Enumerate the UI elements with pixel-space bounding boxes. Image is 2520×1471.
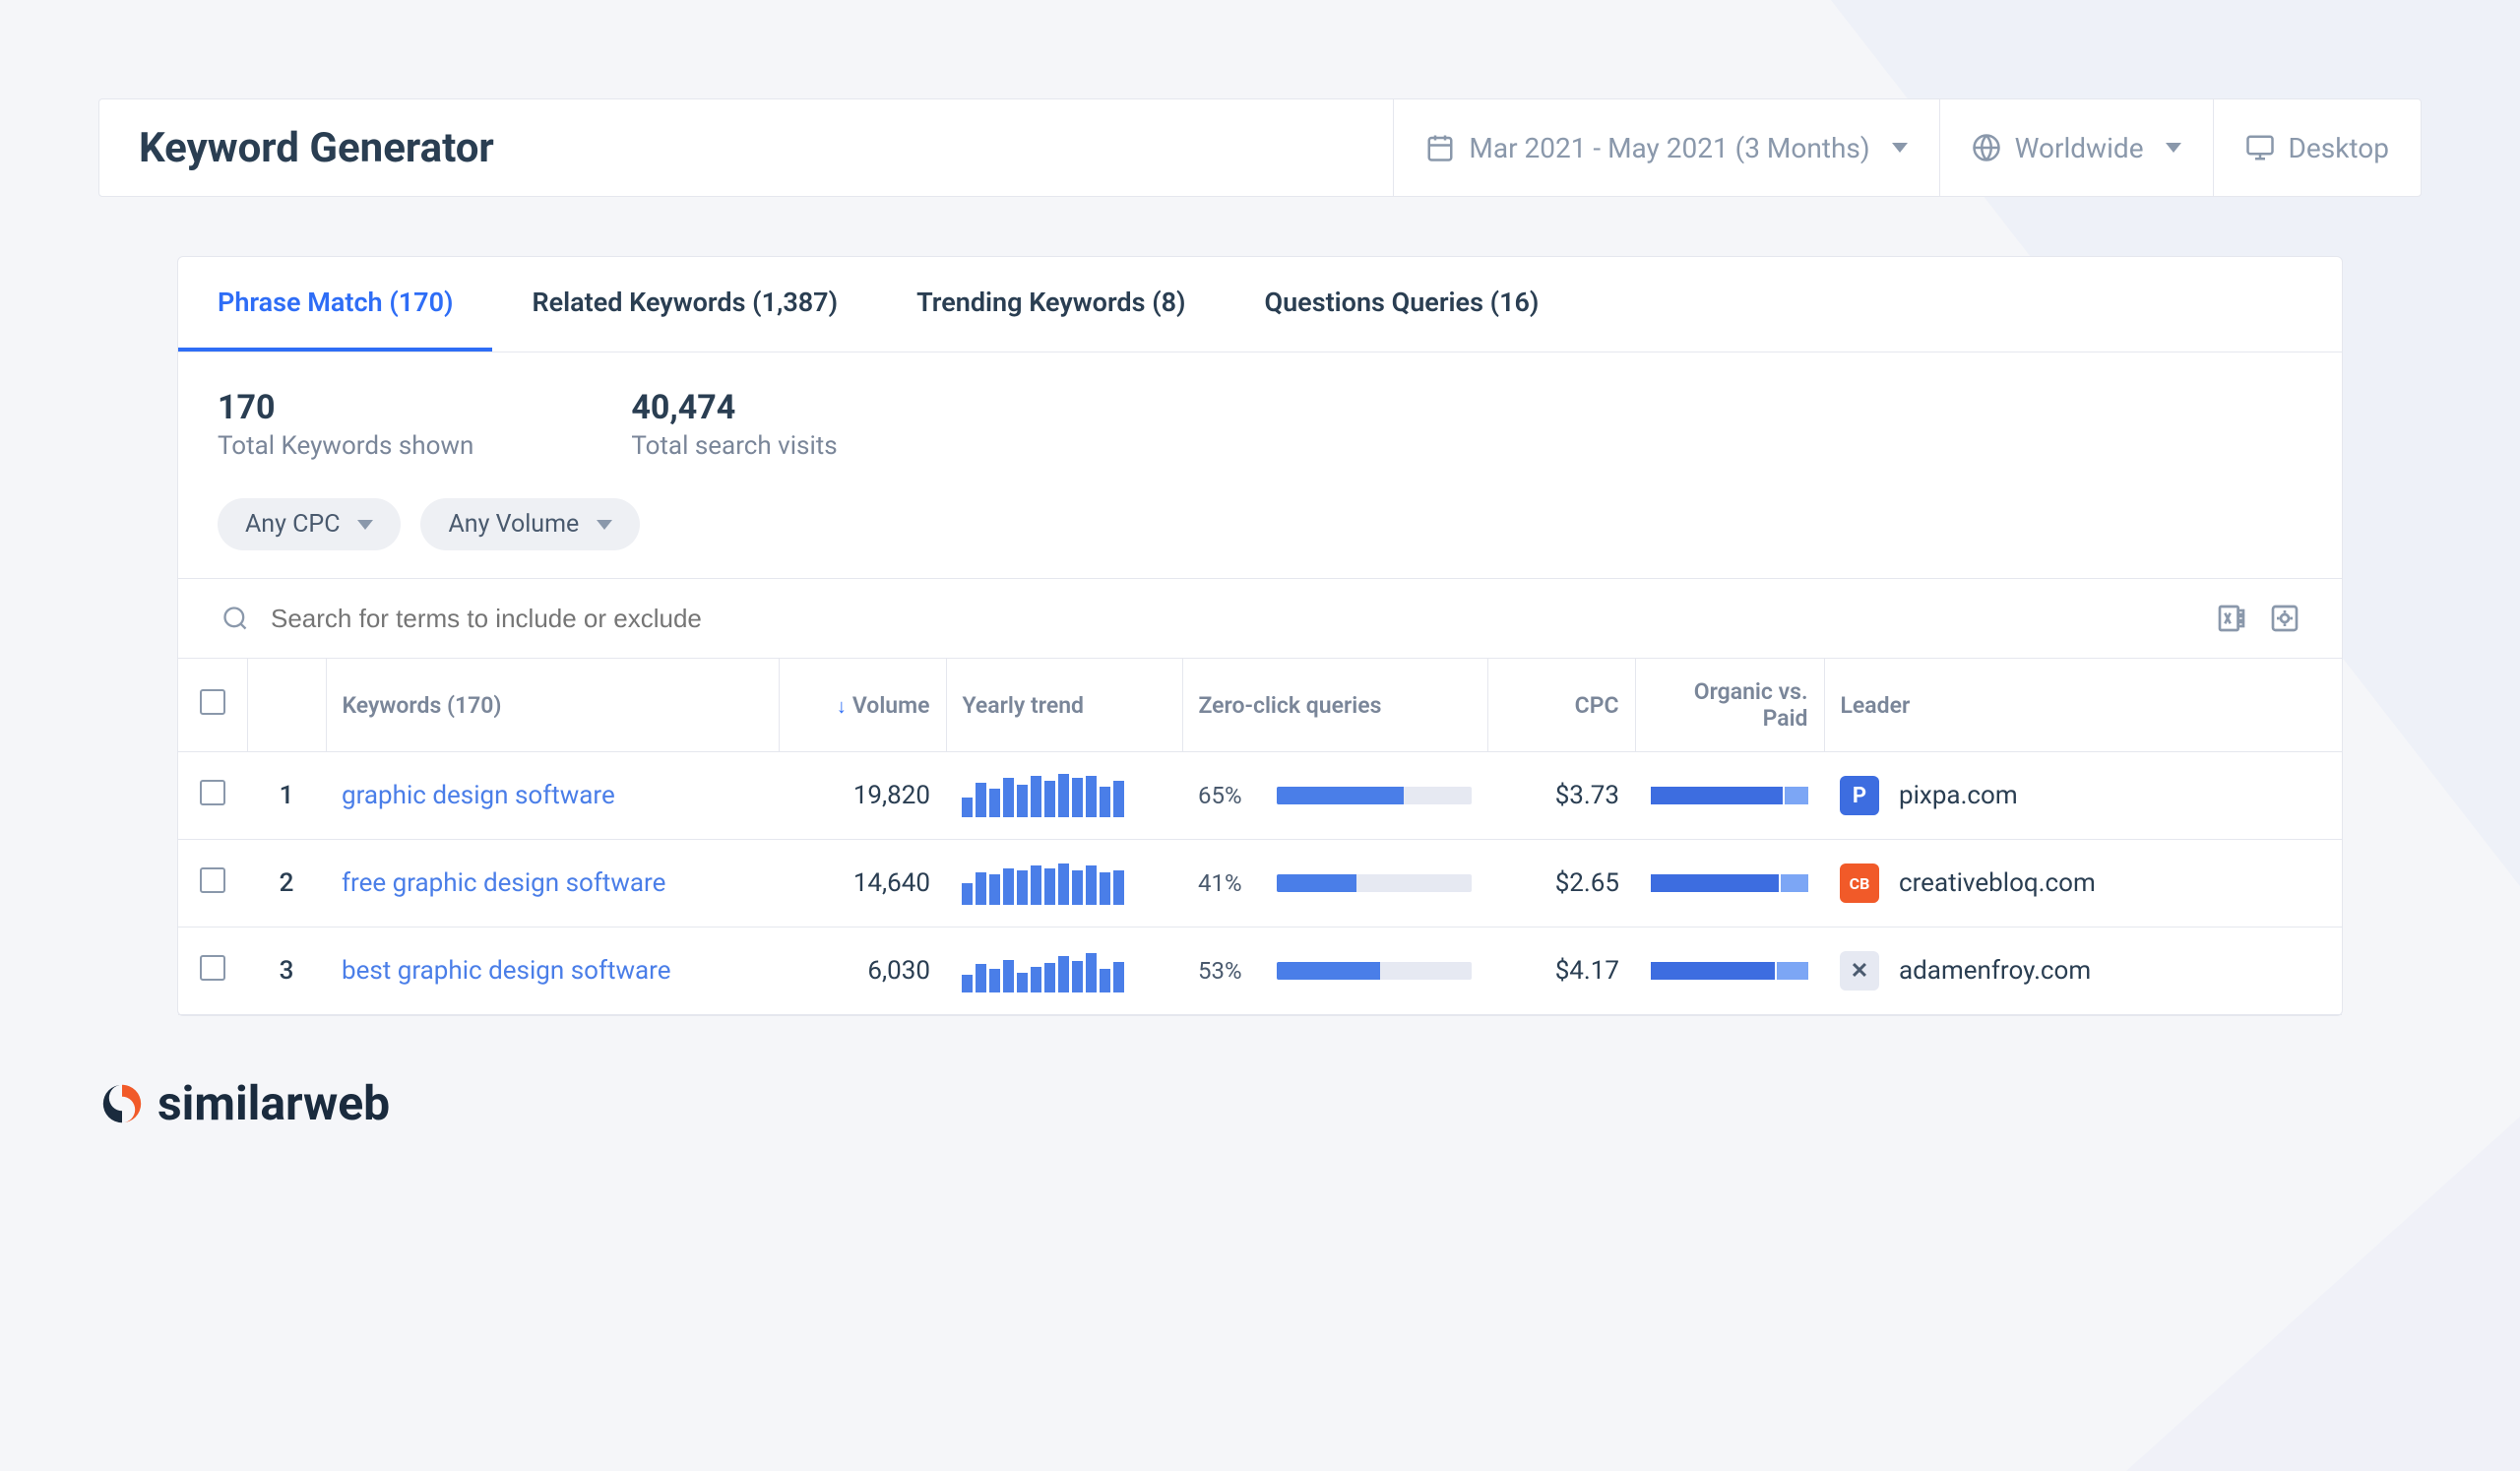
stat-value: 40,474 <box>631 388 837 427</box>
col-checkbox <box>178 659 247 752</box>
row-index: 2 <box>247 840 326 927</box>
table-row: 3 best graphic design software 6,030 53%… <box>178 927 2342 1015</box>
date-range-label: Mar 2021 - May 2021 (3 Months) <box>1469 132 1869 164</box>
keyword-link[interactable]: free graphic design software <box>342 868 665 898</box>
zero-click-pct: 41% <box>1198 869 1257 897</box>
volume-filter-chip[interactable]: Any Volume <box>420 498 640 550</box>
col-keywords[interactable]: Keywords (170) <box>326 659 779 752</box>
zero-click-cell: 41% <box>1182 840 1487 927</box>
volume-value: 19,820 <box>779 752 946 840</box>
stat-label: Total search visits <box>631 431 837 461</box>
search-row <box>178 579 2342 659</box>
leader-favicon: P <box>1840 776 1879 815</box>
table-row: 1 graphic design software 19,820 65% $3.… <box>178 752 2342 840</box>
organic-paid-bar <box>1635 752 1824 840</box>
zero-click-pct: 65% <box>1198 782 1257 809</box>
tab-1[interactable]: Related Keywords (1,387) <box>492 257 877 352</box>
brand-logo: similarweb <box>98 1016 2422 1131</box>
stat-total-keywords: 170 Total Keywords shown <box>218 388 473 461</box>
leader-favicon: ✕ <box>1840 951 1879 991</box>
col-volume[interactable]: ↓Volume <box>779 659 946 752</box>
col-zero-click[interactable]: Zero-click queries <box>1182 659 1487 752</box>
region-filter[interactable]: Worldwide <box>1939 99 2213 196</box>
region-label: Worldwide <box>2015 132 2144 164</box>
zero-click-bar <box>1277 787 1472 804</box>
leader-cell: ✕ adamenfroy.com <box>1824 927 2342 1015</box>
chevron-down-icon <box>597 520 612 530</box>
cpc-value: $2.65 <box>1487 840 1635 927</box>
chevron-down-icon <box>357 520 373 530</box>
brand-logo-text: similarweb <box>158 1075 390 1131</box>
similarweb-logo-icon <box>98 1080 146 1127</box>
select-all-checkbox[interactable] <box>200 689 225 715</box>
globe-icon <box>1972 133 2001 162</box>
col-index <box>247 659 326 752</box>
zero-click-cell: 53% <box>1182 927 1487 1015</box>
keyword-link[interactable]: best graphic design software <box>342 956 671 986</box>
zero-click-cell: 65% <box>1182 752 1487 840</box>
row-checkbox[interactable] <box>200 780 225 805</box>
tab-0[interactable]: Phrase Match (170) <box>178 257 492 352</box>
stat-total-visits: 40,474 Total search visits <box>631 388 837 461</box>
leader-cell: CB creativebloq.com <box>1824 840 2342 927</box>
volume-value: 6,030 <box>779 927 946 1015</box>
row-checkbox[interactable] <box>200 867 225 893</box>
search-input[interactable] <box>271 604 2196 634</box>
trend-sparkline <box>946 840 1182 927</box>
col-organic[interactable]: Organic vs. Paid <box>1635 659 1824 752</box>
zero-click-bar <box>1277 874 1472 892</box>
header-bar: Keyword Generator Mar 2021 - May 2021 (3… <box>98 98 2422 197</box>
row-checkbox[interactable] <box>200 955 225 981</box>
leader-domain[interactable]: pixpa.com <box>1899 781 2018 810</box>
cpc-value: $4.17 <box>1487 927 1635 1015</box>
leader-favicon: CB <box>1840 863 1879 903</box>
leader-domain[interactable]: adamenfroy.com <box>1899 956 2091 986</box>
tab-3[interactable]: Questions Queries (16) <box>1225 257 1578 352</box>
keywords-table: Keywords (170) ↓Volume Yearly trend Zero… <box>178 659 2342 1015</box>
search-icon <box>218 601 253 636</box>
tab-2[interactable]: Trending Keywords (8) <box>877 257 1225 352</box>
col-cpc[interactable]: CPC <box>1487 659 1635 752</box>
settings-icon[interactable] <box>2267 601 2302 636</box>
trend-sparkline <box>946 752 1182 840</box>
filter-chip-row: Any CPC Any Volume <box>178 488 2342 579</box>
main-panel: Phrase Match (170)Related Keywords (1,38… <box>177 256 2343 1016</box>
stats-row: 170 Total Keywords shown 40,474 Total se… <box>178 352 2342 488</box>
leader-domain[interactable]: creativebloq.com <box>1899 868 2096 898</box>
device-label: Desktop <box>2289 132 2389 164</box>
row-index: 3 <box>247 927 326 1015</box>
zero-click-bar <box>1277 962 1472 980</box>
table-row: 2 free graphic design software 14,640 41… <box>178 840 2342 927</box>
organic-paid-bar <box>1635 927 1824 1015</box>
stat-label: Total Keywords shown <box>218 431 473 461</box>
cpc-filter-chip[interactable]: Any CPC <box>218 498 401 550</box>
desktop-icon <box>2245 133 2275 162</box>
row-index: 1 <box>247 752 326 840</box>
date-range-filter[interactable]: Mar 2021 - May 2021 (3 Months) <box>1393 99 1938 196</box>
device-filter[interactable]: Desktop <box>2213 99 2421 196</box>
trend-sparkline <box>946 927 1182 1015</box>
zero-click-pct: 53% <box>1198 957 1257 985</box>
col-leader[interactable]: Leader <box>1824 659 2342 752</box>
export-excel-icon[interactable] <box>2214 601 2249 636</box>
calendar-icon <box>1425 133 1455 162</box>
sort-desc-icon: ↓ <box>837 694 847 718</box>
chevron-down-icon <box>1892 143 1908 153</box>
col-trend[interactable]: Yearly trend <box>946 659 1182 752</box>
page-title: Keyword Generator <box>99 124 1393 172</box>
table-header-row: Keywords (170) ↓Volume Yearly trend Zero… <box>178 659 2342 752</box>
cpc-value: $3.73 <box>1487 752 1635 840</box>
stat-value: 170 <box>218 388 473 427</box>
keyword-link[interactable]: graphic design software <box>342 781 615 810</box>
volume-value: 14,640 <box>779 840 946 927</box>
tabs-row: Phrase Match (170)Related Keywords (1,38… <box>178 257 2342 352</box>
organic-paid-bar <box>1635 840 1824 927</box>
chevron-down-icon <box>2166 143 2181 153</box>
leader-cell: P pixpa.com <box>1824 752 2342 840</box>
